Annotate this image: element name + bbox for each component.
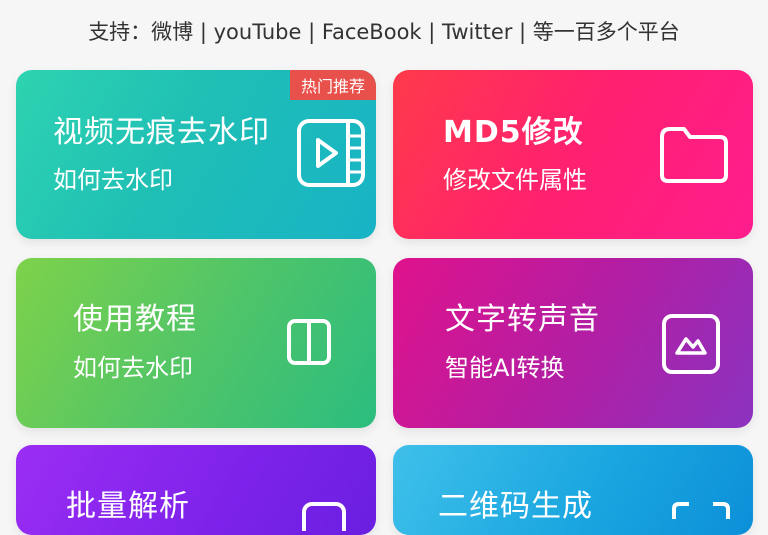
card-md5-modify[interactable]: MD5修改 修改文件属性 — [393, 70, 753, 239]
card-title: 文字转声音 — [445, 302, 600, 337]
card-title: MD5修改 — [443, 115, 584, 150]
hot-recommend-badge: 热门推荐 — [290, 70, 376, 100]
card-qrcode-generate[interactable]: 二维码生成 — [393, 445, 753, 535]
qrcode-icon — [672, 502, 730, 519]
card-title: 视频无痕去水印 — [53, 115, 270, 150]
card-subtitle: 智能AI转换 — [445, 354, 565, 382]
card-text-to-speech[interactable]: 文字转声音 智能AI转换 — [393, 258, 753, 428]
card-title: 使用教程 — [73, 302, 197, 337]
supported-platforms-text: 支持：微博 | youTube | FaceBook | Twitter | 等… — [88, 20, 680, 44]
card-tutorial[interactable]: 使用教程 如何去水印 — [16, 258, 376, 428]
book-icon — [287, 319, 331, 365]
card-batch-parse[interactable]: 批量解析 — [16, 445, 376, 535]
batch-icon — [302, 502, 346, 531]
card-title: 批量解析 — [66, 489, 190, 524]
supported-platforms-banner: 支持：微博 | youTube | FaceBook | Twitter | 等… — [0, 0, 768, 62]
card-subtitle: 修改文件属性 — [443, 166, 587, 194]
folder-icon — [660, 127, 728, 183]
card-title: 二维码生成 — [438, 489, 593, 524]
card-remove-watermark[interactable]: 视频无痕去水印 如何去水印 热门推荐 — [16, 70, 376, 239]
image-icon — [662, 314, 720, 374]
video-play-icon — [297, 119, 365, 187]
card-subtitle: 如何去水印 — [53, 166, 173, 194]
card-subtitle: 如何去水印 — [73, 354, 193, 382]
